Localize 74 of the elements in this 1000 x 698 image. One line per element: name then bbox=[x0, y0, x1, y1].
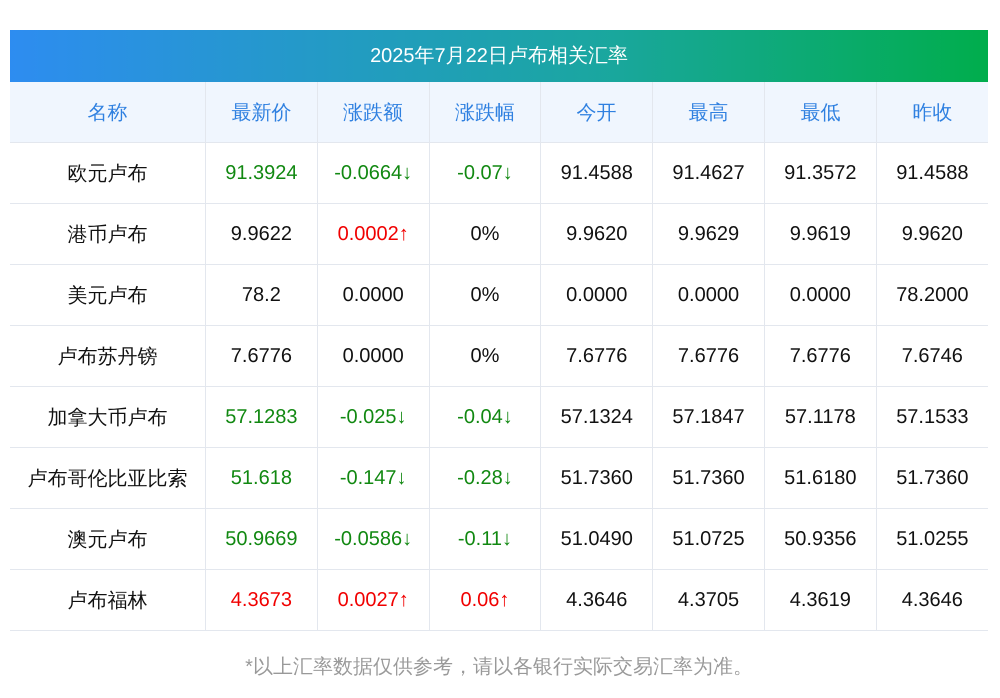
table-cell: 91.4588 bbox=[540, 142, 653, 204]
table-cell: 0.0027↑ bbox=[317, 570, 430, 630]
table-cell: 9.9629 bbox=[652, 204, 764, 264]
currency-pair-cell: 澳元卢布 bbox=[10, 508, 206, 570]
table-cell: 9.9622 bbox=[206, 204, 318, 264]
disclaimer-note: *以上汇率数据仅供参考，请以各银行实际交易汇率为准。 bbox=[244, 655, 754, 680]
column-header: 最高 bbox=[652, 82, 764, 142]
table-cell: 4.3646 bbox=[540, 570, 653, 630]
table-cell: 51.6180 bbox=[764, 448, 876, 508]
table-cell: 0.0000 bbox=[652, 264, 764, 326]
table-cell: 0.06↑ bbox=[429, 570, 541, 630]
table-cell: 0.0000 bbox=[317, 264, 430, 326]
table-cell: 51.0490 bbox=[540, 508, 653, 570]
table-cell: 91.4588 bbox=[876, 142, 988, 204]
table-cell: 0.0002↑ bbox=[317, 204, 430, 264]
column-header: 今开 bbox=[540, 82, 653, 142]
table-cell: 51.7360 bbox=[540, 448, 653, 508]
table-cell: 50.9356 bbox=[764, 508, 876, 570]
column-header: 涨跌幅 bbox=[429, 82, 541, 142]
table-cell: 50.9669 bbox=[206, 508, 318, 570]
table-cell: 91.4627 bbox=[652, 142, 764, 204]
table-cell: 51.0725 bbox=[652, 508, 764, 570]
table-cell: 7.6776 bbox=[540, 326, 653, 386]
table-cell: -0.0664↓ bbox=[317, 142, 430, 204]
table-cell: 57.1533 bbox=[876, 386, 988, 448]
table-cell: 0% bbox=[429, 204, 541, 264]
table-cell: 9.9620 bbox=[876, 204, 988, 264]
table-cell: 9.9619 bbox=[764, 204, 876, 264]
table-cell: 4.3619 bbox=[764, 570, 876, 630]
table-cell: 4.3673 bbox=[206, 570, 318, 630]
table-cell: 57.1847 bbox=[652, 386, 764, 448]
currency-pair-cell: 卢布哥伦比亚比索 bbox=[10, 448, 206, 508]
table-cell: 0% bbox=[429, 326, 541, 386]
table-cell: 57.1283 bbox=[206, 386, 318, 448]
table-cell: 91.3924 bbox=[206, 142, 318, 204]
table-cell: -0.025↓ bbox=[317, 386, 430, 448]
table-cell: 91.3572 bbox=[764, 142, 876, 204]
table-cell: 0.0000 bbox=[317, 326, 430, 386]
column-header: 最低 bbox=[764, 82, 876, 142]
table-cell: -0.04↓ bbox=[429, 386, 541, 448]
currency-pair-cell: 欧元卢布 bbox=[10, 142, 206, 204]
currency-pair-cell: 美元卢布 bbox=[10, 264, 206, 326]
table-cell: 9.9620 bbox=[540, 204, 653, 264]
table-cell: 57.1178 bbox=[764, 386, 876, 448]
currency-pair-cell: 港币卢布 bbox=[10, 204, 206, 264]
table-cell: 7.6746 bbox=[876, 326, 988, 386]
table-cell: -0.147↓ bbox=[317, 448, 430, 508]
table-cell: 78.2 bbox=[206, 264, 318, 326]
currency-pair-cell: 卢布苏丹镑 bbox=[10, 326, 206, 386]
column-header: 昨收 bbox=[876, 82, 988, 142]
table-cell: 0.0000 bbox=[540, 264, 653, 326]
table-cell: 57.1324 bbox=[540, 386, 653, 448]
table-cell: 0.0000 bbox=[764, 264, 876, 326]
table-cell: 51.7360 bbox=[876, 448, 988, 508]
currency-pair-cell: 加拿大币卢布 bbox=[10, 386, 206, 448]
table-cell: 7.6776 bbox=[206, 326, 318, 386]
table-cell: 4.3646 bbox=[876, 570, 988, 630]
table-cell: -0.07↓ bbox=[429, 142, 541, 204]
table-cell: 51.618 bbox=[206, 448, 318, 508]
table-cell: -0.28↓ bbox=[429, 448, 541, 508]
column-header: 最新价 bbox=[206, 82, 318, 142]
column-header: 涨跌额 bbox=[317, 82, 430, 142]
table-cell: 7.6776 bbox=[652, 326, 764, 386]
table-cell: 51.0255 bbox=[876, 508, 988, 570]
table-cell: 0% bbox=[429, 264, 541, 326]
table-cell: 4.3705 bbox=[652, 570, 764, 630]
table-cell: -0.11↓ bbox=[429, 508, 541, 570]
currency-pair-cell: 卢布福林 bbox=[10, 570, 206, 630]
table-title: 2025年7月22日卢布相关汇率 bbox=[10, 30, 988, 82]
table-cell: -0.0586↓ bbox=[317, 508, 430, 570]
column-header: 名称 bbox=[10, 82, 206, 142]
table-cell: 78.2000 bbox=[876, 264, 988, 326]
table-cell: 51.7360 bbox=[652, 448, 764, 508]
table-cell: 7.6776 bbox=[764, 326, 876, 386]
